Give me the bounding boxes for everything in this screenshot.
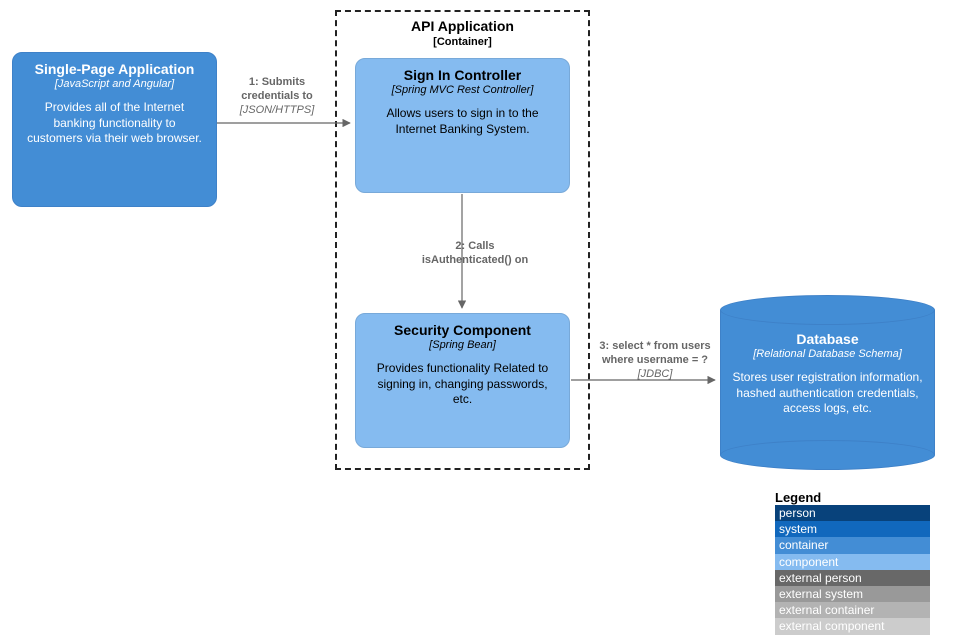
security-tech: [Spring Bean]	[368, 339, 557, 351]
edge-3-label: 3: select * from users where username = …	[575, 340, 735, 381]
database-cylinder: Database [Relational Database Schema] St…	[720, 295, 935, 470]
legend-row-external-system: external system	[775, 586, 930, 602]
single-page-application-box: Single-Page Application [JavaScript and …	[12, 52, 217, 207]
legend-row-external-person: external person	[775, 570, 930, 586]
legend-row-external-container: external container	[775, 602, 930, 618]
security-title: Security Component	[368, 322, 557, 338]
database-title: Database	[730, 331, 925, 347]
spa-desc: Provides all of the Internet banking fun…	[25, 100, 204, 147]
spa-tech: [JavaScript and Angular]	[25, 78, 204, 90]
database-desc: Stores user registration information, ha…	[730, 370, 925, 417]
security-desc: Provides functionality Related to signin…	[368, 361, 557, 408]
legend-title: Legend	[775, 490, 930, 505]
security-component-box: Security Component [Spring Bean] Provide…	[355, 313, 570, 448]
spa-title: Single-Page Application	[25, 61, 204, 77]
database-tech: [Relational Database Schema]	[730, 348, 925, 360]
legend-row-person: person	[775, 505, 930, 521]
signin-title: Sign In Controller	[368, 67, 557, 83]
legend-row-component: component	[775, 554, 930, 570]
signin-desc: Allows users to sign in to the Internet …	[368, 106, 557, 137]
boundary-subtitle: [Container]	[337, 36, 588, 48]
edge-1-label: 1: Submits credentials to [JSON/HTTPS]	[222, 76, 332, 117]
legend-row-container: container	[775, 537, 930, 553]
legend-row-external-component: external component	[775, 618, 930, 634]
sign-in-controller-box: Sign In Controller [Spring MVC Rest Cont…	[355, 58, 570, 193]
legend-row-system: system	[775, 521, 930, 537]
boundary-title: API Application	[337, 18, 588, 34]
edge-2-label: 2: Calls isAuthenticated() on	[395, 240, 555, 268]
signin-tech: [Spring MVC Rest Controller]	[368, 84, 557, 96]
legend: Legend personsystemcontainercomponentext…	[775, 490, 930, 635]
